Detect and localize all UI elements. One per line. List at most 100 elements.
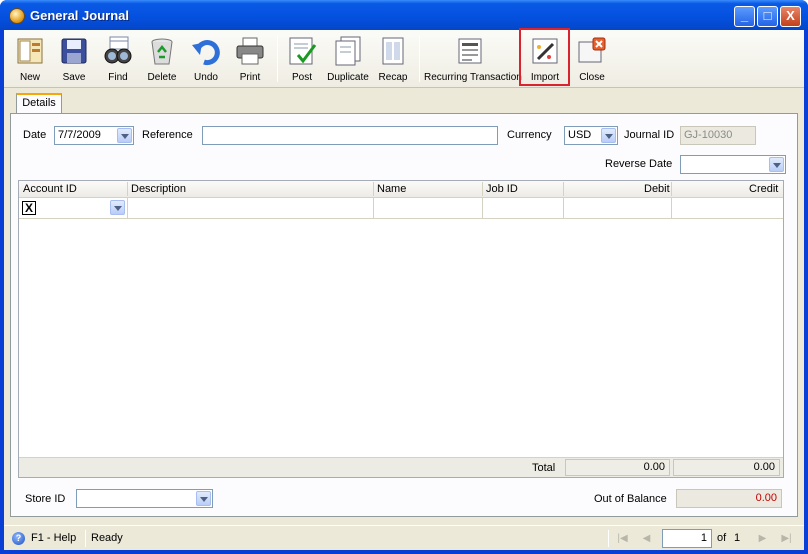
- duplicate-label: Duplicate: [327, 72, 369, 83]
- column-divider: [482, 182, 483, 196]
- title-bar[interactable]: General Journal _ □ X: [0, 0, 808, 30]
- undo-icon: [192, 40, 220, 66]
- duplicate-icon: [335, 36, 361, 66]
- column-divider: [127, 182, 128, 196]
- date-field[interactable]: 7/7/2009: [54, 126, 134, 145]
- printer-icon: [236, 37, 264, 65]
- help-text[interactable]: F1 - Help: [31, 532, 76, 544]
- column-name[interactable]: Name: [377, 183, 406, 195]
- binoculars-icon: [104, 36, 132, 64]
- debit-cell[interactable]: [564, 198, 672, 218]
- column-job-id[interactable]: Job ID: [486, 183, 518, 195]
- save-button[interactable]: Save: [54, 30, 94, 88]
- delete-button[interactable]: Delete: [142, 30, 182, 88]
- toolbar-separator: [277, 36, 278, 82]
- column-account-id[interactable]: Account ID: [23, 183, 77, 195]
- first-page-icon[interactable]: |◀: [616, 532, 629, 545]
- tab-details[interactable]: Details: [16, 93, 62, 113]
- delete-row-icon[interactable]: X: [22, 201, 36, 215]
- page-input[interactable]: 1: [662, 529, 712, 548]
- name-cell[interactable]: [374, 198, 483, 218]
- job-id-cell[interactable]: [483, 198, 564, 218]
- status-separator: [608, 530, 609, 547]
- chevron-down-icon[interactable]: [196, 491, 211, 506]
- client-area: New Save Find Delete Undo Print Post Dup…: [4, 28, 804, 550]
- reverse-date-label: Reverse Date: [605, 158, 673, 170]
- save-icon: [61, 38, 87, 64]
- window-title: General Journal: [30, 8, 129, 23]
- description-cell[interactable]: [128, 198, 374, 218]
- total-pages: 1: [734, 532, 741, 544]
- reverse-date-field[interactable]: [680, 155, 786, 174]
- column-debit[interactable]: Debit: [644, 183, 670, 195]
- recap-button[interactable]: Recap: [374, 30, 412, 88]
- total-debit: 0.00: [565, 459, 670, 476]
- maximize-button[interactable]: □: [757, 6, 778, 27]
- out-of-balance-value: 0.00: [755, 492, 777, 504]
- chevron-down-icon[interactable]: [110, 200, 125, 215]
- print-button[interactable]: Print: [230, 30, 270, 88]
- close-window-button[interactable]: X: [780, 6, 801, 27]
- import-highlight-box: [519, 28, 570, 86]
- help-icon[interactable]: ?: [12, 532, 25, 545]
- undo-label: Undo: [194, 72, 218, 83]
- store-id-field[interactable]: [76, 489, 213, 508]
- column-divider: [563, 182, 564, 196]
- next-page-icon[interactable]: ▶: [756, 532, 769, 545]
- last-page-icon[interactable]: ▶|: [780, 532, 793, 545]
- duplicate-button[interactable]: Duplicate: [324, 30, 372, 88]
- new-icon: [17, 38, 43, 64]
- page-value: 1: [700, 532, 707, 544]
- column-divider: [373, 182, 374, 196]
- column-divider: [671, 182, 672, 196]
- window: General Journal _ □ X New Save Find Dele…: [0, 0, 808, 554]
- credit-cell[interactable]: [672, 198, 783, 218]
- print-label: Print: [239, 72, 261, 83]
- find-label: Find: [108, 72, 128, 83]
- journal-id-field: GJ-10030: [680, 126, 756, 145]
- toolbar-separator: [419, 36, 420, 82]
- close-form-icon: [578, 37, 606, 63]
- reference-label: Reference: [142, 129, 193, 141]
- recap-icon: [382, 37, 404, 65]
- save-label: Save: [62, 72, 86, 83]
- table-row: X: [19, 198, 783, 219]
- prev-page-icon[interactable]: ◀: [640, 532, 653, 545]
- journal-id-value: GJ-10030: [684, 129, 733, 141]
- post-button[interactable]: Post: [282, 30, 322, 88]
- undo-button[interactable]: Undo: [186, 30, 226, 88]
- currency-field[interactable]: USD: [564, 126, 618, 145]
- post-label: Post: [291, 72, 312, 83]
- minimize-button[interactable]: _: [734, 6, 755, 27]
- store-id-label: Store ID: [25, 493, 66, 505]
- recurring-transaction-button[interactable]: Recurring Transaction: [424, 30, 522, 88]
- close-button[interactable]: Close: [572, 30, 612, 88]
- status-bar: ? F1 - Help Ready |◀ ◀ 1 of 1 ▶ ▶|: [4, 525, 804, 550]
- delete-label: Delete: [147, 72, 177, 83]
- column-description[interactable]: Description: [131, 183, 186, 195]
- of-label: of: [717, 532, 727, 544]
- currency-label: Currency: [507, 129, 552, 141]
- app-icon: [9, 8, 25, 24]
- recycle-bin-icon: [151, 38, 173, 65]
- chevron-down-icon[interactable]: [117, 128, 132, 143]
- journal-grid: Account ID Description Name Job ID Debit…: [18, 180, 784, 478]
- out-of-balance-field: 0.00: [676, 489, 782, 508]
- account-id-cell[interactable]: X: [19, 198, 128, 218]
- date-label: Date: [23, 129, 47, 141]
- find-button[interactable]: Find: [98, 30, 138, 88]
- totals-row: Total 0.00 0.00: [19, 457, 783, 477]
- status-text: Ready: [91, 532, 123, 544]
- column-credit[interactable]: Credit: [749, 183, 778, 195]
- post-icon: [289, 37, 317, 65]
- date-value: 7/7/2009: [58, 129, 101, 141]
- out-of-balance-label: Out of Balance: [594, 493, 667, 505]
- reference-field[interactable]: [202, 126, 498, 145]
- new-button[interactable]: New: [10, 30, 50, 88]
- chevron-down-icon[interactable]: [769, 157, 784, 172]
- chevron-down-icon[interactable]: [601, 128, 616, 143]
- new-label: New: [19, 72, 40, 83]
- recurring-icon: [458, 38, 482, 64]
- total-credit: 0.00: [673, 459, 780, 476]
- recap-label: Recap: [378, 72, 408, 83]
